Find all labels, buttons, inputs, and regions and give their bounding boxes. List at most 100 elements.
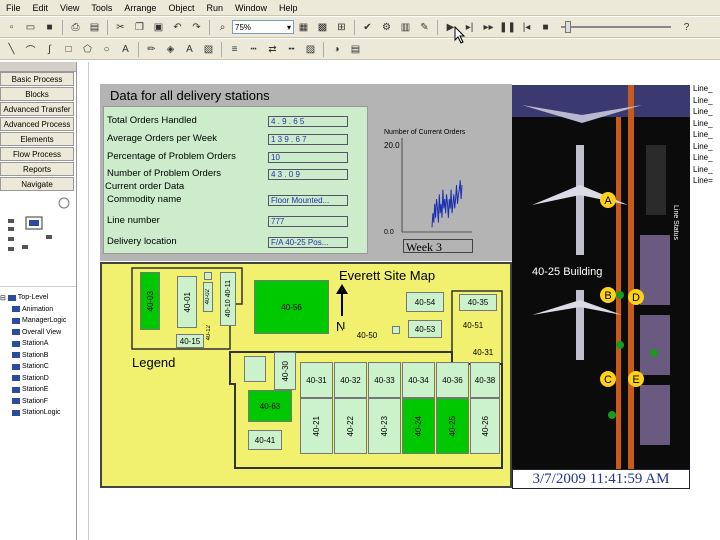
arrow-style-icon[interactable]: ⇄ — [265, 42, 280, 57]
panel-advanced-process[interactable]: Advanced Process — [0, 117, 74, 131]
building-40-53[interactable]: 40-53 — [408, 320, 442, 338]
building-40-15[interactable]: 40-15 — [176, 334, 204, 348]
menu-tools[interactable]: Tools — [85, 3, 118, 13]
new-icon[interactable]: ▫ — [4, 20, 19, 35]
tree-item[interactable]: StationE — [0, 384, 77, 396]
print-preview-icon[interactable]: ▤ — [87, 20, 102, 35]
arrange-icon[interactable]: ▤ — [348, 42, 363, 57]
navigate-thumbnail[interactable] — [0, 197, 76, 287]
check-model-icon[interactable]: ✔ — [360, 20, 375, 35]
menu-run[interactable]: Run — [200, 3, 229, 13]
panel-advanced-transfer[interactable]: Advanced Transfer — [0, 102, 74, 116]
building-40-51[interactable]: 40-51 — [457, 318, 489, 332]
polygon-tool-icon[interactable]: ⬠ — [80, 42, 95, 57]
cut-icon[interactable]: ✂ — [113, 20, 128, 35]
building-40-41[interactable]: 40-41 — [248, 430, 282, 450]
copy-icon[interactable]: ❐ — [132, 20, 147, 35]
end-icon[interactable]: ■ — [538, 20, 553, 35]
window-color-icon[interactable]: ▧ — [201, 42, 216, 57]
open-icon[interactable]: ▭ — [23, 20, 38, 35]
shadow-icon[interactable]: ◑ — [329, 42, 344, 57]
speed-slider[interactable] — [561, 20, 671, 34]
building-40-31-top[interactable]: 40-31 — [468, 346, 498, 358]
bezier-tool-icon[interactable]: ∫ — [42, 42, 57, 57]
panel-blocks[interactable]: Blocks — [0, 87, 74, 101]
building-40-35[interactable]: 40-35 — [459, 294, 497, 311]
help-pointer-icon[interactable]: ? — [679, 20, 694, 35]
tree-item[interactable]: Animation — [0, 304, 77, 316]
building-40-33[interactable]: 40-33 — [368, 362, 401, 398]
tree-item[interactable]: StationLogic — [0, 407, 77, 419]
building-40-50[interactable]: 40-50 — [343, 329, 391, 341]
building-40-03[interactable]: 40-03 — [140, 272, 160, 330]
redo-icon[interactable]: ↷ — [189, 20, 204, 35]
building-small[interactable] — [204, 272, 212, 280]
tree-item[interactable]: StationD — [0, 373, 77, 385]
snap-icon[interactable]: ⊞ — [334, 20, 349, 35]
tree-item[interactable]: ⊟ Top-Level — [0, 292, 77, 304]
undo-icon[interactable]: ↶ — [170, 20, 185, 35]
tree-item[interactable]: StationC — [0, 361, 77, 373]
building-40-23[interactable]: 40-23 — [368, 398, 401, 454]
animate-icon[interactable]: ✎ — [417, 20, 432, 35]
menu-window[interactable]: Window — [229, 3, 273, 13]
paste-icon[interactable]: ▣ — [151, 20, 166, 35]
zoom-icon[interactable]: ⌕ — [215, 20, 230, 35]
line-tool-icon[interactable]: ╲ — [4, 42, 19, 57]
panel-flow-process[interactable]: Flow Process — [0, 147, 74, 161]
pause-icon[interactable]: ❚❚ — [499, 20, 516, 35]
zoom-combo[interactable]: 75% ▾ — [232, 20, 294, 34]
menu-arrange[interactable]: Arrange — [118, 3, 162, 13]
ellipse-tool-icon[interactable]: ○ — [99, 42, 114, 57]
text-color-icon[interactable]: A — [182, 42, 197, 57]
line-color-icon[interactable]: ✏ — [144, 42, 159, 57]
line-style-icon[interactable]: ┅ — [246, 42, 261, 57]
menu-edit[interactable]: Edit — [27, 3, 55, 13]
panel-navigate[interactable]: Navigate — [0, 177, 74, 191]
building-40-25[interactable]: 40-25 — [436, 398, 469, 454]
building-40-31[interactable]: 40-31 — [300, 362, 333, 398]
report-icon[interactable]: ▥ — [398, 20, 413, 35]
box-tool-icon[interactable]: □ — [61, 42, 76, 57]
setup-icon[interactable]: ⚙ — [379, 20, 394, 35]
building-40-12[interactable]: 40-12 — [204, 318, 214, 348]
building-40-56[interactable]: 40-56 — [254, 280, 329, 334]
building-40-38[interactable]: 40-38 — [470, 362, 500, 398]
layers-icon[interactable]: ▦ — [296, 20, 311, 35]
fill-color-icon[interactable]: ◈ — [163, 42, 178, 57]
menu-file[interactable]: File — [0, 3, 27, 13]
building-40-54[interactable]: 40-54 — [406, 292, 444, 312]
building-40-24[interactable]: 40-24 — [402, 398, 435, 454]
building-40-34[interactable]: 40-34 — [402, 362, 435, 398]
building-small-b[interactable] — [392, 326, 400, 334]
building-40-36[interactable]: 40-36 — [436, 362, 469, 398]
building-40-01[interactable]: 40-01 — [177, 276, 197, 328]
menu-object[interactable]: Object — [162, 3, 200, 13]
panel-reports[interactable]: Reports — [0, 162, 74, 176]
tree-item[interactable]: StationF — [0, 396, 77, 408]
grid-icon[interactable]: ▩ — [315, 20, 330, 35]
building-40-21[interactable]: 40-21 — [300, 398, 333, 454]
building-40-30[interactable]: 40-30 — [274, 352, 296, 390]
tree-item[interactable]: Overall View — [0, 327, 77, 339]
fill-pattern-icon[interactable]: ▨ — [303, 42, 318, 57]
text-tool-icon[interactable]: A — [118, 42, 133, 57]
dash-style-icon[interactable]: ╍ — [284, 42, 299, 57]
panel-elements[interactable]: Elements — [0, 132, 74, 146]
building-40-22[interactable]: 40-22 — [334, 398, 367, 454]
start-over-icon[interactable]: |◂ — [519, 20, 534, 35]
building-40-32[interactable]: 40-32 — [334, 362, 367, 398]
building-40-10[interactable]: 40-10 40-11 — [220, 272, 236, 326]
menu-view[interactable]: View — [54, 3, 85, 13]
save-icon[interactable]: ■ — [42, 20, 57, 35]
building-40-63[interactable]: 40-63 — [248, 390, 292, 422]
building-small-c[interactable] — [244, 356, 266, 382]
panel-basic-process[interactable]: Basic Process — [0, 72, 74, 86]
tree-item[interactable]: ManagerLogic — [0, 315, 77, 327]
slider-thumb[interactable] — [565, 21, 571, 33]
line-width-icon[interactable]: ≡ — [227, 42, 242, 57]
arc-tool-icon[interactable]: ⌒ — [23, 42, 38, 57]
building-40-26[interactable]: 40-26 — [470, 398, 500, 454]
building-40-02[interactable]: 40-02 — [203, 282, 213, 312]
print-icon[interactable]: ⎙ — [68, 20, 83, 35]
